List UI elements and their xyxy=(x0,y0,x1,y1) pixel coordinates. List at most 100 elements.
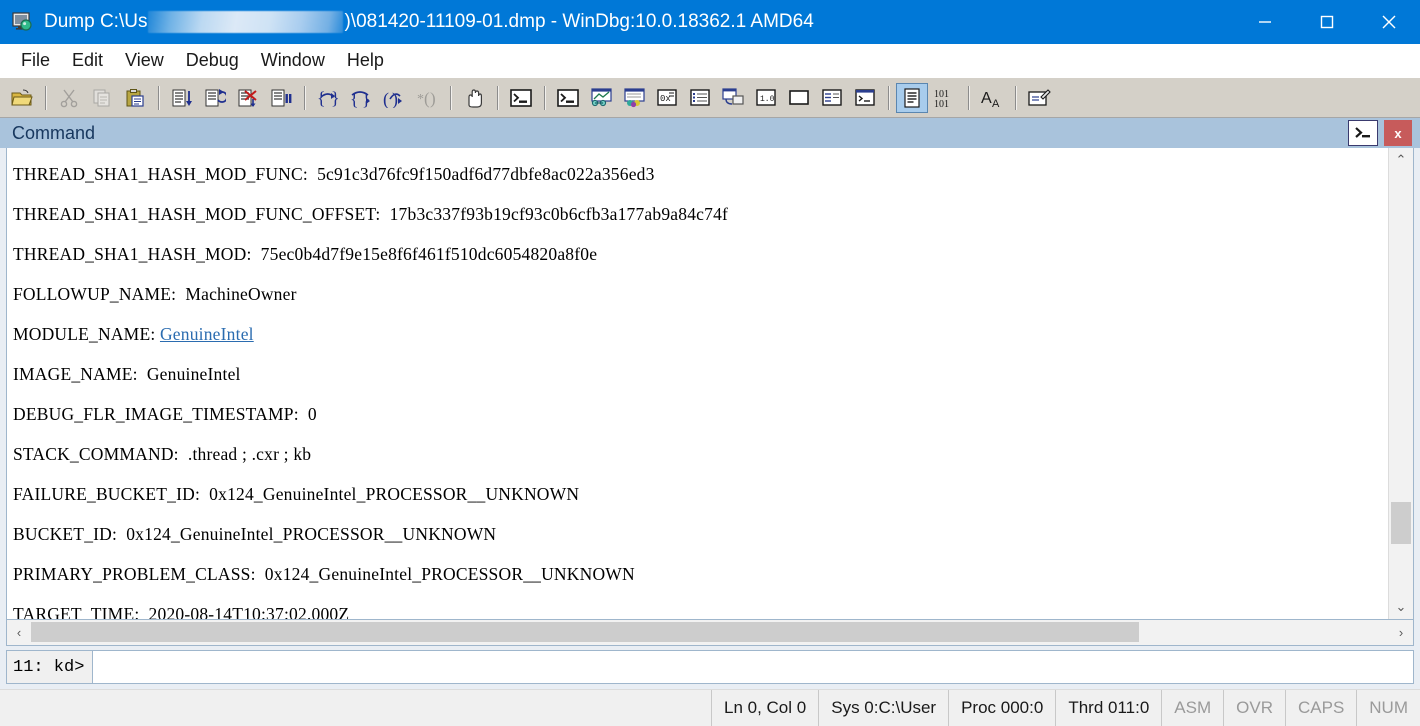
options-icon[interactable] xyxy=(1023,83,1055,113)
output-line: THREAD_SHA1_HASH_MOD_FUNC_OFFSET: 17b3c3… xyxy=(13,204,729,224)
locals-window-icon[interactable] xyxy=(585,83,617,113)
status-process: Proc 000:0 xyxy=(948,690,1055,726)
menu-file[interactable]: File xyxy=(10,47,61,74)
command-output-wrap: THREAD_SHA1_HASH_MOD_FUNC: 5c91c3d76fc9f… xyxy=(6,148,1414,620)
redacted-path-block xyxy=(148,11,344,33)
menu-bar: File Edit View Debug Window Help xyxy=(0,44,1420,78)
command-input[interactable] xyxy=(93,651,1413,683)
status-num: NUM xyxy=(1356,690,1420,726)
cut-icon[interactable] xyxy=(53,83,85,113)
status-spacer xyxy=(0,690,711,726)
toolbar-separator xyxy=(888,85,890,110)
step-over-icon[interactable] xyxy=(199,83,231,113)
window-title: Dump C:\Us )\081420-11109-01.dmp - WinDbg… xyxy=(44,11,814,33)
shell-window-icon[interactable] xyxy=(849,83,881,113)
break-hand-icon[interactable] xyxy=(458,83,490,113)
vertical-scrollbar[interactable]: ⌃ ⌄ xyxy=(1388,148,1413,619)
windbg-window: Dump C:\Us )\081420-11109-01.dmp - WinDbg… xyxy=(0,0,1420,726)
step-out-brace-icon[interactable]: ( ) xyxy=(378,83,410,113)
output-line: THREAD_SHA1_HASH_MOD: 75ec0b4d7f9e15e8f6… xyxy=(13,244,598,264)
close-button[interactable] xyxy=(1358,0,1420,44)
prompt-label: 11: kd> xyxy=(7,651,94,683)
menu-view[interactable]: View xyxy=(114,47,175,74)
panel-close-button[interactable]: x xyxy=(1384,120,1412,146)
trace-over-icon[interactable]: { } xyxy=(345,83,377,113)
console-icon[interactable] xyxy=(1348,120,1378,146)
maximize-button[interactable] xyxy=(1296,0,1358,44)
window-title-prefix: Dump C:\Us xyxy=(44,11,148,32)
scroll-up-arrow-icon[interactable]: ⌃ xyxy=(1389,148,1413,172)
command-panel-header: Command x xyxy=(0,118,1420,148)
blank-window-icon[interactable] xyxy=(783,83,815,113)
registers-window-icon[interactable] xyxy=(618,83,650,113)
status-bar: Ln 0, Col 0 Sys 0:C:\User Proc 000:0 Thr… xyxy=(0,689,1420,726)
font-icon[interactable]: A A xyxy=(976,83,1008,113)
output-line-module-name: MODULE_NAME: GenuineIntel xyxy=(13,314,1388,354)
command-window-icon[interactable] xyxy=(896,82,928,113)
panel-header-buttons: x xyxy=(1348,118,1412,148)
toolbar-separator xyxy=(544,85,546,110)
output-line: DEBUG_FLR_IMAGE_TIMESTAMP: 0 xyxy=(13,404,317,424)
svg-text:{: { xyxy=(317,88,326,108)
toolbar-separator xyxy=(158,85,160,110)
status-system: Sys 0:C:\User xyxy=(818,690,948,726)
horizontal-scroll-thumb[interactable] xyxy=(31,622,1139,642)
status-ovr: OVR xyxy=(1223,690,1285,726)
toolbar-separator xyxy=(968,85,970,110)
title-bar: Dump C:\Us )\081420-11109-01.dmp - WinDbg… xyxy=(0,0,1420,44)
output-line: FOLLOWUP_NAME: MachineOwner xyxy=(13,284,297,304)
svg-text:): ) xyxy=(392,89,398,108)
debugger-window-icon xyxy=(12,11,34,33)
menu-help[interactable]: Help xyxy=(336,47,395,74)
command-window-small-icon[interactable] xyxy=(505,83,537,113)
copy-icon[interactable] xyxy=(86,83,118,113)
output-line: IMAGE_NAME: GenuineIntel xyxy=(13,364,241,384)
step-into-icon[interactable] xyxy=(166,83,198,113)
scroll-left-arrow-icon[interactable]: ‹ xyxy=(7,620,31,645)
toolbar-separator xyxy=(450,85,452,110)
toolbar-separator xyxy=(304,85,306,110)
scroll-down-arrow-icon[interactable]: ⌄ xyxy=(1389,595,1413,619)
command-output[interactable]: THREAD_SHA1_HASH_MOD_FUNC: 5c91c3d76fc9f… xyxy=(7,148,1388,619)
vertical-scroll-track[interactable] xyxy=(1389,172,1413,595)
trace-into-icon[interactable]: { } xyxy=(312,83,344,113)
window-title-suffix: )\081420-11109-01.dmp - WinDbg:10.0.1836… xyxy=(344,11,814,32)
svg-text:A: A xyxy=(992,98,1000,109)
horizontal-scroll-track[interactable] xyxy=(31,620,1389,645)
vertical-scroll-thumb[interactable] xyxy=(1391,502,1411,544)
paste-icon[interactable] xyxy=(119,83,151,113)
step-out-icon[interactable] xyxy=(232,83,264,113)
client-area: Command x THREAD_SHA1_HASH_MOD_FUNC: 5c9… xyxy=(0,118,1420,689)
break-icon[interactable] xyxy=(265,83,297,113)
processes-window-icon[interactable] xyxy=(717,83,749,113)
numbers-icon[interactable]: 101 101 xyxy=(929,83,961,113)
toolbar-separator xyxy=(45,85,47,110)
command-prompt-row: 11: kd> xyxy=(6,650,1414,684)
watch-window-icon[interactable] xyxy=(552,83,584,113)
panel-title: Command xyxy=(12,122,96,143)
window-controls xyxy=(1234,0,1420,44)
horizontal-scrollbar[interactable]: ‹ › xyxy=(6,620,1414,646)
svg-text:A: A xyxy=(981,90,992,107)
output-line: STACK_COMMAND: .thread ; .cxr ; kb xyxy=(13,444,312,464)
open-file-icon[interactable] xyxy=(6,83,38,113)
menu-edit[interactable]: Edit xyxy=(61,47,114,74)
status-thread: Thrd 011:0 xyxy=(1055,690,1161,726)
run-to-cursor-icon[interactable]: * ( ) xyxy=(411,83,443,113)
svg-text:): ) xyxy=(430,89,436,108)
minimize-button[interactable] xyxy=(1234,0,1296,44)
call-stack-window-icon[interactable] xyxy=(684,83,716,113)
disassembly-window-icon[interactable] xyxy=(816,83,848,113)
memory-window-icon[interactable]: 0x xyxy=(651,83,683,113)
scroll-right-arrow-icon[interactable]: › xyxy=(1389,620,1413,645)
menu-debug[interactable]: Debug xyxy=(175,47,250,74)
output-line: TARGET_TIME: 2020-08-14T10:37:02.000Z xyxy=(13,604,350,619)
svg-text:1.0: 1.0 xyxy=(760,95,775,104)
module-name-link[interactable]: GenuineIntel xyxy=(160,324,254,344)
menu-window[interactable]: Window xyxy=(250,47,336,74)
output-line: BUCKET_ID: 0x124_GenuineIntel_PROCESSOR_… xyxy=(13,524,497,544)
float-window-icon[interactable]: 1.0 xyxy=(750,83,782,113)
toolbar-separator xyxy=(1015,85,1017,110)
status-line-col: Ln 0, Col 0 xyxy=(711,690,818,726)
svg-text:(: ( xyxy=(383,89,389,108)
